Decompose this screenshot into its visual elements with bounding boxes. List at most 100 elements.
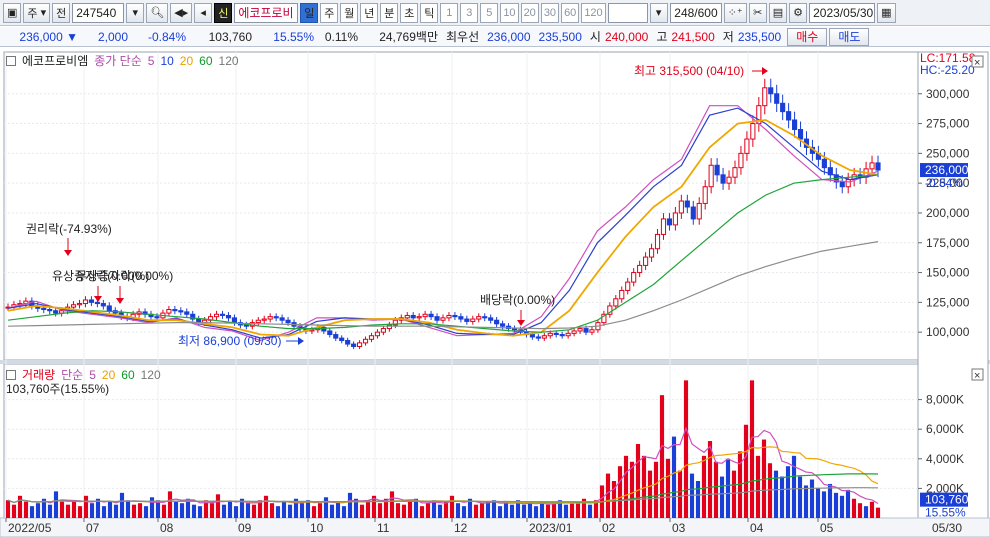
period-tab-12[interactable]: 30 xyxy=(540,2,560,23)
period-tab-5[interactable]: 초 xyxy=(400,2,419,23)
quote-bar: 236,000 ▼ 2,000 -0.84% 103,760 15.55% 0.… xyxy=(0,27,990,47)
candle-body xyxy=(792,119,798,131)
period-tab-3[interactable]: 년 xyxy=(360,2,379,23)
candle-body xyxy=(339,337,345,342)
volume-bar xyxy=(521,504,527,518)
volume-bar xyxy=(107,501,113,518)
date-field[interactable]: 2023/05/30 xyxy=(809,2,876,23)
tools-icon[interactable]: ✂ xyxy=(748,2,767,23)
period-tab-1[interactable]: 주 xyxy=(320,2,339,23)
candle-body xyxy=(690,206,696,220)
close-icon: × xyxy=(974,370,980,382)
price-tick-label: 200,000 xyxy=(926,206,970,220)
chart-area[interactable]: 100,000 125,000 150,000 175,000 200,000 225,0… xyxy=(0,48,990,537)
candle-body xyxy=(786,111,792,121)
volume-bar xyxy=(329,504,335,518)
period-tab-4[interactable]: 분 xyxy=(380,2,399,23)
period-tab-11[interactable]: 20 xyxy=(520,2,539,23)
x-tick-label: 04 xyxy=(750,521,764,535)
volume-bar xyxy=(779,476,785,518)
candle-body xyxy=(404,314,410,319)
period-tab-10[interactable]: 10 xyxy=(500,2,519,23)
candle-body xyxy=(231,317,238,324)
calendar-icon[interactable]: ▦ xyxy=(877,2,896,23)
period-tab-8[interactable]: 3 xyxy=(460,2,479,23)
period-tab-6[interactable]: 틱 xyxy=(420,2,439,23)
period-tab-2[interactable]: 월 xyxy=(340,2,359,23)
volume-value: 103,760 xyxy=(208,29,252,44)
period-tab-7[interactable]: 1 xyxy=(440,2,459,23)
scroll-left-icon[interactable]: ◂ xyxy=(194,2,213,23)
candle-body xyxy=(374,331,381,337)
candle-body xyxy=(243,324,249,327)
period-tab-9[interactable]: 5 xyxy=(480,2,499,23)
candle-body xyxy=(166,309,172,314)
count-field[interactable]: 248/600 xyxy=(669,2,722,23)
candle-body xyxy=(821,158,827,169)
period-tab-13[interactable]: 60 xyxy=(561,2,580,23)
panel-splitter xyxy=(0,360,990,364)
code-input[interactable]: 247540 xyxy=(72,2,125,23)
whole-button[interactable]: 전 xyxy=(52,2,71,23)
volume-tick-label: 8,000K xyxy=(926,393,964,407)
price-panel-checkbox[interactable] xyxy=(6,55,16,66)
volume-bar xyxy=(11,504,17,518)
indicator-icon[interactable]: ⁘⁺ xyxy=(723,2,747,23)
volume-panel-checkbox[interactable] xyxy=(6,369,16,380)
candle-body xyxy=(702,186,708,204)
volume-bar xyxy=(197,506,203,518)
speaker-icon[interactable]: ◀▸ xyxy=(170,2,193,23)
volume-bar xyxy=(605,473,611,518)
low-label: 저 xyxy=(722,30,734,44)
credit-badge: 신 xyxy=(214,2,233,23)
candle-body xyxy=(482,316,488,319)
x-tick-label: 03 xyxy=(672,521,686,535)
current-price: 236,000 ▼ xyxy=(19,29,78,44)
volume-bar xyxy=(113,504,119,518)
volume-bar xyxy=(305,500,311,518)
stock-chart[interactable]: 100,000125,000150,000175,000200,000225,0… xyxy=(0,48,990,537)
bonus2-annotation: 무상증자락(0.00%) xyxy=(76,269,173,283)
x-axis-frame xyxy=(0,517,990,537)
gear-icon[interactable]: ⚙ xyxy=(789,2,808,23)
layout-icon[interactable]: ▣ xyxy=(3,2,22,23)
volume-bar xyxy=(803,485,809,518)
volume-bar xyxy=(77,506,83,518)
candle-body xyxy=(869,162,875,170)
volume-bar xyxy=(845,489,851,518)
price-tick-label: 100,000 xyxy=(926,325,970,339)
candle-body xyxy=(738,152,744,169)
high-annotation: 최고 315,500 (04/10) xyxy=(634,64,744,78)
volume-bar xyxy=(437,504,443,518)
high-value: 241,500 xyxy=(671,29,715,44)
sell-button[interactable]: 매도 xyxy=(829,27,870,46)
x-tick-label: 2023/01 xyxy=(529,521,573,535)
period-tab-14[interactable]: 120 xyxy=(581,2,606,23)
period-input[interactable] xyxy=(607,2,648,23)
x-tick-label: 11 xyxy=(377,521,390,535)
chevron-down-icon[interactable]: ▾ xyxy=(126,2,145,23)
search-icon[interactable]: 🔍︎ xyxy=(146,2,169,23)
candle-body xyxy=(637,264,643,274)
save-icon[interactable]: ▤ xyxy=(768,2,788,23)
volume-bar xyxy=(431,500,437,518)
best-price-label: 최우선 xyxy=(446,30,480,44)
candle-body xyxy=(219,313,226,316)
chevron-down-icon[interactable]: ▾ xyxy=(649,2,668,23)
buy-button[interactable]: 매수 xyxy=(787,27,828,46)
volume-bar xyxy=(281,501,287,518)
amount-value: 24,769백만 xyxy=(379,30,438,44)
volume-bar xyxy=(485,501,491,518)
volume-bar xyxy=(341,506,347,518)
period-tab-0[interactable]: 일 xyxy=(300,2,319,23)
volume-bar xyxy=(365,500,371,518)
candle-body xyxy=(535,336,541,339)
candle-body xyxy=(416,316,422,319)
candle-body xyxy=(774,93,780,104)
volume-bar xyxy=(755,455,761,518)
candle-body xyxy=(106,305,112,312)
candle-body xyxy=(464,318,470,322)
market-select[interactable]: 주 ▾ xyxy=(23,2,51,23)
price-tick-label: 175,000 xyxy=(926,236,970,250)
ratio-value: 0.11% xyxy=(324,29,358,44)
